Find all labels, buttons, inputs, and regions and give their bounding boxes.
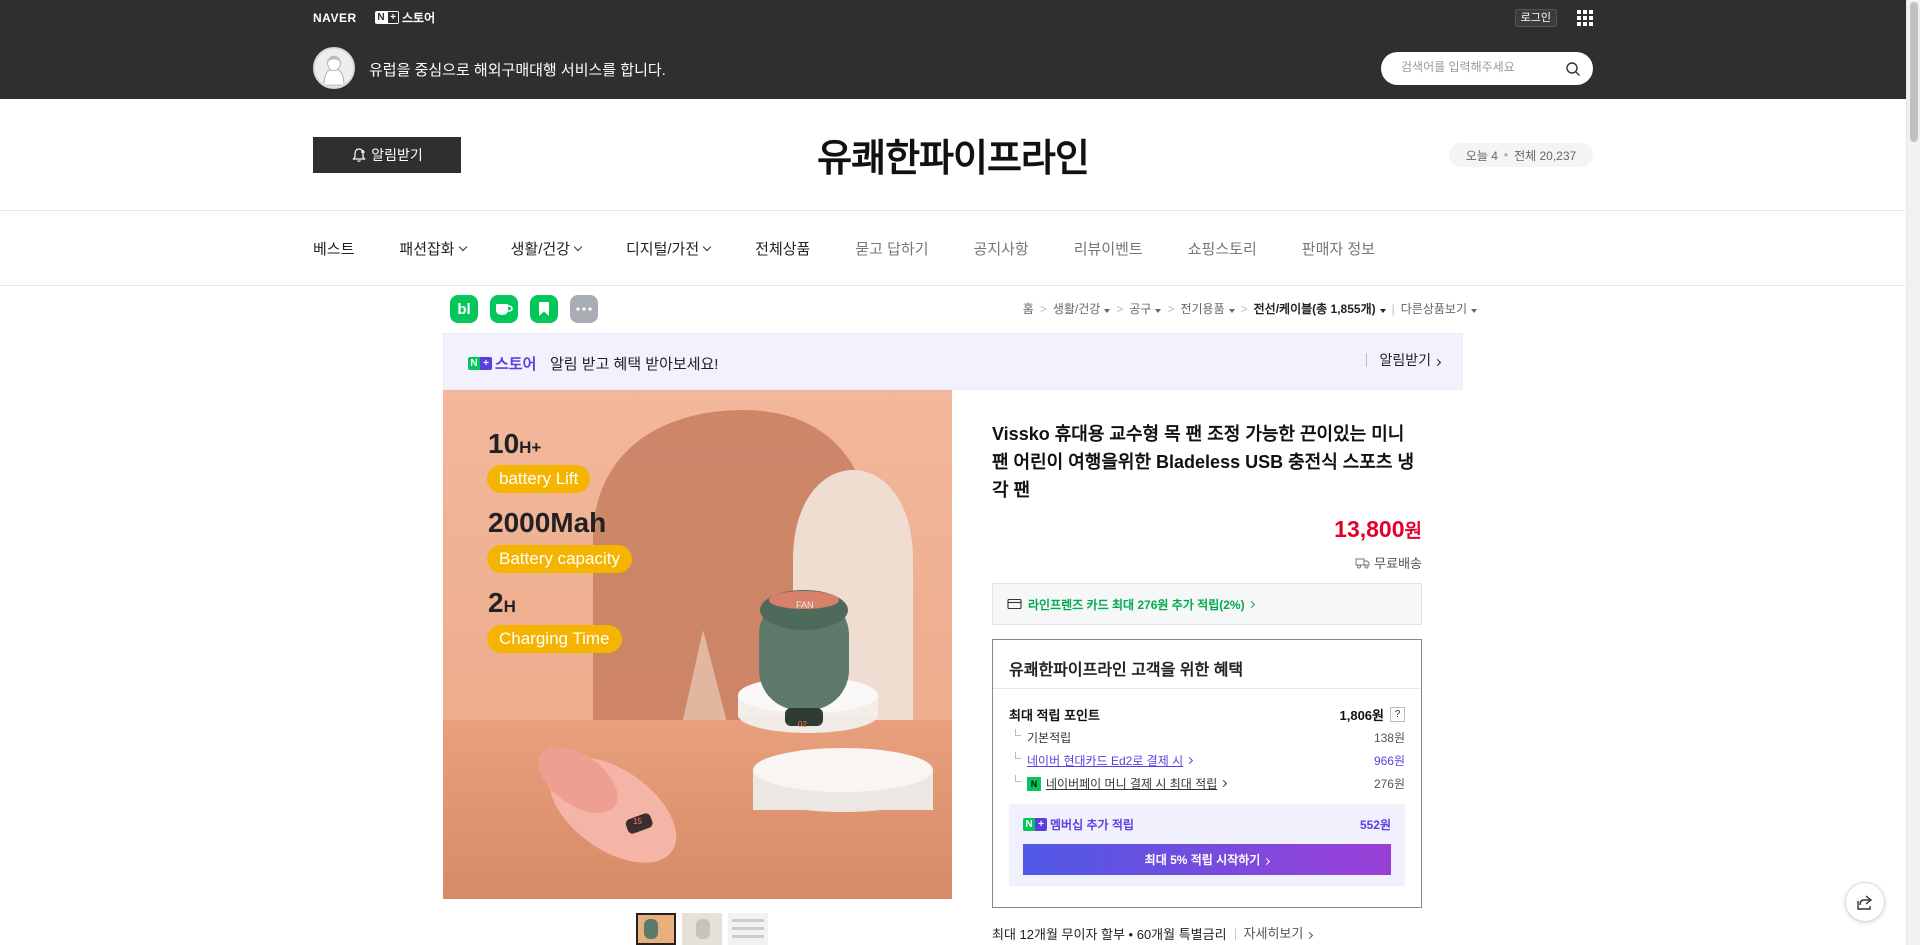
breadcrumb-current[interactable]: 전선/케이블(총 1,855개) bbox=[1254, 300, 1386, 317]
cafe-share-icon[interactable] bbox=[490, 295, 518, 323]
bookmark-share-icon[interactable] bbox=[530, 295, 558, 323]
store-header: NAVER N + 스토어 로그인 유럽을 중심으로 해외구매대행 서비스를 합니… bbox=[0, 0, 1906, 99]
installment-info: 최대 12개월 무이자 할부 • 60개월 특별금리 자세히보기 bbox=[992, 924, 1314, 943]
chevron-right-icon bbox=[1263, 857, 1271, 866]
category-tab-2[interactable]: 패션잡화 bbox=[399, 238, 467, 259]
nstore-alarm-banner: N + 스토어 알림 받고 혜택 받아보세요! 알림받기 bbox=[443, 333, 1463, 390]
max-points-row: 최대 적립 포인트 1,806원? bbox=[1009, 705, 1405, 724]
dropdown-icon bbox=[1471, 309, 1477, 313]
credit-card-icon bbox=[1007, 598, 1022, 610]
dropdown-icon bbox=[1228, 309, 1235, 313]
chevron-down-icon bbox=[573, 242, 583, 251]
product-title: Vissko 휴대용 교수형 목 팬 조정 가능한 끈이있는 미니 팬 어린이 … bbox=[992, 424, 1415, 500]
category-tab-3[interactable]: 생활/건강 bbox=[511, 238, 583, 259]
npay-points-row[interactable]: N 네이버페이 머니 결제 시 최대 적립 276원 bbox=[1009, 775, 1405, 792]
dropdown-icon bbox=[1155, 309, 1162, 313]
share-icons: bl bbox=[450, 295, 610, 323]
installment-more-link[interactable]: 자세히보기 bbox=[1234, 927, 1314, 940]
naver-plus-store-logo[interactable]: N + 스토어 bbox=[375, 9, 435, 26]
category-nav: 베스트 패션잡화 생활/건강 디지털/가전 전체상품 묻고 답하기 공지사항 리뷰이벤트 쇼핑스… bbox=[0, 211, 1906, 286]
help-icon[interactable]: ? bbox=[1390, 707, 1405, 722]
share-icon bbox=[1857, 895, 1873, 910]
banner-alarm-link[interactable]: 알림받기 bbox=[1366, 353, 1442, 367]
breadcrumb-other-products[interactable]: 다른상품보기 bbox=[1401, 300, 1477, 317]
visits-today: 오늘 4 bbox=[1465, 148, 1498, 163]
visit-counter: 오늘 4 • 전체 20,237 bbox=[1449, 143, 1593, 167]
breadcrumb-cat1[interactable]: 생활/건강 bbox=[1053, 300, 1111, 317]
category-tab-9[interactable]: 쇼핑스토리 bbox=[1188, 238, 1257, 259]
store-title-row: 알림받기 유쾌한파이프라인 오늘 4 • 전체 20,237 bbox=[0, 99, 1906, 211]
basic-points-row: 기본적립 138원 bbox=[1009, 729, 1405, 746]
chevron-down-icon bbox=[702, 242, 712, 251]
category-tab-4[interactable]: 디지털/가전 bbox=[626, 238, 712, 259]
store-avatar[interactable] bbox=[313, 47, 355, 89]
card-benefit-link[interactable]: 라인프렌즈 카드 최대 276원 추가 적립(2%) bbox=[992, 583, 1422, 625]
nplus-icon: N + bbox=[1023, 818, 1047, 831]
page-scrollbar[interactable] bbox=[1906, 0, 1920, 945]
customer-benefit-box: 유쾌한파이프라인 고객을 위한 혜택 최대 적립 포인트 1,806원? 기본적… bbox=[992, 639, 1422, 908]
breadcrumb-cat3[interactable]: 전기용품 bbox=[1180, 300, 1235, 317]
thumbnail-1[interactable] bbox=[636, 913, 676, 945]
blog-share-icon[interactable]: bl bbox=[450, 295, 478, 323]
search-input[interactable] bbox=[1401, 60, 1561, 74]
category-tab-5[interactable]: 전체상품 bbox=[755, 238, 810, 259]
battery-capacity: 2000Mah bbox=[488, 507, 607, 538]
category-tab-10[interactable]: 판매자 정보 bbox=[1302, 238, 1375, 259]
thumbnail-3[interactable] bbox=[728, 913, 768, 945]
battery-capacity-pill: Battery capacity bbox=[487, 545, 632, 573]
chevron-right-icon bbox=[1247, 600, 1255, 608]
chevron-right-icon bbox=[1220, 779, 1228, 788]
floating-share-button[interactable] bbox=[1845, 882, 1885, 922]
chevron-right-icon bbox=[1186, 756, 1194, 765]
product-main-image[interactable]: 10H+ battery Lift 2000Mah Battery capaci… bbox=[443, 390, 952, 899]
battery-hours: 10H+ bbox=[488, 428, 542, 459]
login-button[interactable]: 로그인 bbox=[1514, 9, 1557, 27]
product-price: 13,800원 bbox=[1334, 516, 1422, 542]
chevron-down-icon bbox=[458, 242, 467, 251]
membership-label: N + 멤버십 추가 적립 bbox=[1023, 816, 1134, 833]
category-tab-8[interactable]: 리뷰이벤트 bbox=[1074, 238, 1143, 259]
product-thumbnails bbox=[636, 913, 774, 945]
npay-icon: N bbox=[1027, 776, 1041, 791]
store-search bbox=[1381, 52, 1593, 85]
thumbnail-2[interactable] bbox=[682, 913, 722, 945]
fan-display-green: 02 bbox=[798, 720, 807, 729]
banner-message: 알림 받고 혜택 받아보세요! bbox=[550, 356, 719, 373]
naver-logo[interactable]: NAVER bbox=[313, 11, 357, 25]
category-tab-6[interactable]: 묻고 답하기 bbox=[855, 238, 928, 259]
dropdown-icon bbox=[1379, 309, 1386, 313]
nplus-store-logo: N + 스토어 bbox=[468, 353, 536, 374]
breadcrumb: 홈 > 생활/건강 > 공구 > 전기용품 > 전선/케이블(총 1,855개)… bbox=[1023, 300, 1477, 317]
app-grid-icon[interactable] bbox=[1577, 10, 1593, 26]
card-points-row[interactable]: 네이버 현대카드 Ed2로 결제 시 966원 bbox=[1009, 752, 1405, 769]
breadcrumb-cat2[interactable]: 공구 bbox=[1129, 300, 1162, 317]
category-tab-1[interactable]: 베스트 bbox=[313, 238, 354, 259]
more-share-icon[interactable] bbox=[570, 295, 598, 323]
fan-display-pink: 15 bbox=[633, 817, 642, 826]
charging-time-pill: Charging Time bbox=[487, 625, 622, 653]
breadcrumb-home[interactable]: 홈 bbox=[1023, 300, 1034, 317]
category-tab-7[interactable]: 공지사항 bbox=[974, 238, 1029, 259]
battery-life-pill: battery Lift bbox=[487, 465, 591, 493]
nplus-icon: N + bbox=[468, 357, 492, 370]
scrollbar-thumb[interactable] bbox=[1910, 2, 1918, 142]
nstore-label: 스토어 bbox=[402, 11, 436, 25]
charging-hours: 2H bbox=[488, 587, 516, 618]
membership-box: N + 멤버십 추가 적립 552원 최대 5% 적립 시작하기 bbox=[1009, 804, 1405, 886]
membership-points: 552원 bbox=[1359, 818, 1391, 832]
benefit-title: 유쾌한파이프라인 고객을 위한 혜택 bbox=[1009, 662, 1244, 679]
dropdown-icon bbox=[1104, 309, 1111, 313]
global-nav-bar: NAVER N + 스토어 로그인 bbox=[313, 9, 1593, 27]
shipping-info: 무료배송 bbox=[1355, 553, 1422, 572]
chevron-right-icon bbox=[1306, 931, 1314, 939]
store-description: 유럽을 중심으로 해외구매대행 서비스를 합니다. bbox=[369, 62, 666, 79]
chevron-right-icon bbox=[1433, 358, 1442, 367]
visits-total: 전체 20,237 bbox=[1514, 148, 1577, 163]
search-icon[interactable] bbox=[1565, 61, 1581, 77]
membership-start-button[interactable]: 최대 5% 적립 시작하기 bbox=[1023, 844, 1391, 875]
truck-icon bbox=[1355, 558, 1370, 568]
nplus-icon: N + bbox=[375, 11, 399, 24]
fan-label: FAN bbox=[796, 600, 814, 610]
store-name[interactable]: 유쾌한파이프라인 bbox=[0, 127, 1906, 182]
